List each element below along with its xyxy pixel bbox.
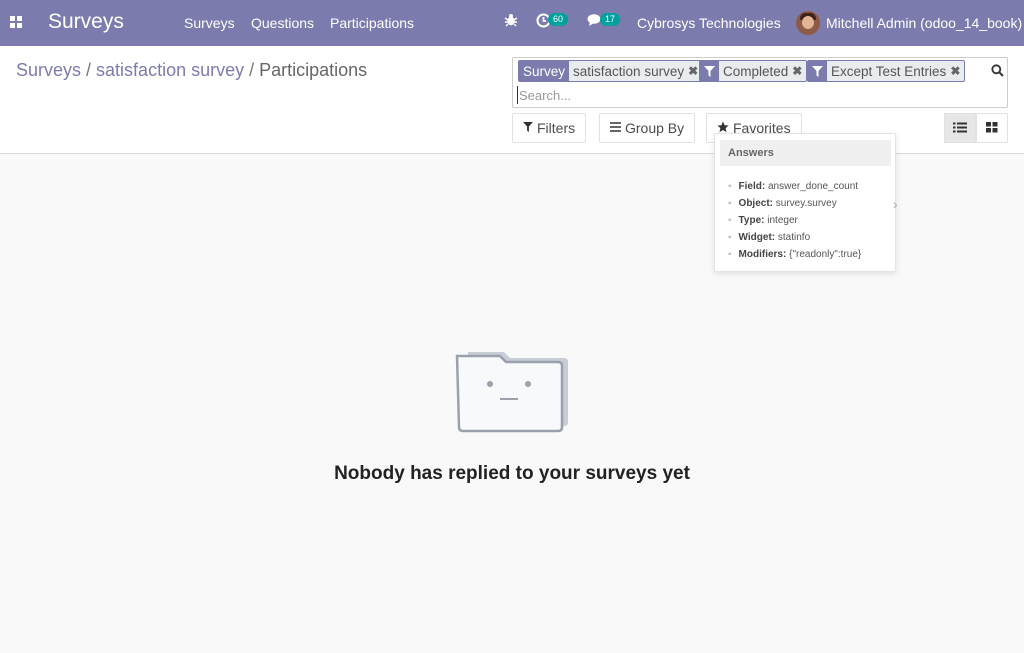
tooltip-row-modifiers: Modifiers: {"readonly":true} [728,246,862,263]
breadcrumb-separator: / [249,60,255,80]
breadcrumb-link-surveys[interactable]: Surveys [16,60,81,80]
tooltip-row-type: Type: integer [728,212,861,229]
field-debug-tooltip: Answers Field: answer_done_count Object:… [714,133,896,272]
remove-facet-icon[interactable]: ✖ [792,61,806,81]
search-input[interactable] [517,86,957,104]
filters-button[interactable]: Filters [512,113,587,143]
message-count-badge: 17 [600,13,621,26]
tooltip-title: Answers [720,140,891,166]
breadcrumb-separator: / [86,60,92,80]
activity-count-badge: 60 [548,13,569,26]
filter-icon [700,61,719,81]
search-icon[interactable] [991,64,1004,77]
breadcrumb: Surveys / satisfaction survey / Participatio… [16,60,367,81]
top-navbar: Surveys Surveys Questions Participations… [0,0,1024,46]
search-box: Survey satisfaction survey ✖ Completed ✖… [512,57,1008,108]
list-view-button[interactable] [944,113,976,143]
chevron-right-icon: › [893,196,898,212]
empty-folder-icon [454,349,572,436]
tooltip-details: Field: answer_done_count Object: survey.… [728,178,862,263]
group-by-button[interactable]: Group By [599,113,696,143]
breadcrumb-link-survey[interactable]: satisfaction survey [96,60,244,80]
filter-icon [523,121,533,135]
menu-item-participations[interactable]: Participations [330,15,414,31]
kanban-view-button[interactable] [976,113,1008,143]
breadcrumb-current: Participations [259,60,368,80]
remove-facet-icon[interactable]: ✖ [950,61,964,81]
empty-state-message: Nobody has replied to your surveys yet [334,463,690,484]
app-brand-title[interactable]: Surveys [48,10,124,34]
filter-icon [808,61,827,81]
user-menu[interactable]: Mitchell Admin (odoo_14_book) [826,15,1022,31]
tooltip-row-widget: Widget: statinfo [728,229,861,246]
menu-item-surveys[interactable]: Surveys [184,15,235,31]
group-by-button-label: Group By [625,120,685,136]
facet-value: Except Test Entries [831,63,947,79]
bug-icon[interactable] [504,13,518,31]
bars-icon [610,121,621,135]
filters-button-label: Filters [537,120,576,136]
apps-menu-icon[interactable] [10,16,23,29]
facet-value: satisfaction survey [573,63,685,79]
tooltip-row-field: Field: answer_done_count [728,178,861,195]
user-avatar[interactable] [796,11,820,35]
facet-value: Completed [723,63,789,79]
search-facet-survey[interactable]: Survey satisfaction survey ✖ [518,60,704,82]
list-icon [953,120,967,136]
search-facet-except-test[interactable]: Except Test Entries ✖ [807,60,966,82]
kanban-icon [986,120,998,136]
menu-item-questions[interactable]: Questions [251,15,314,31]
tooltip-row-object: Object: survey.survey [728,195,861,212]
facet-label: Survey [519,61,570,81]
company-switcher[interactable]: Cybrosys Technologies [637,15,781,31]
search-facet-completed[interactable]: Completed ✖ [699,60,808,82]
